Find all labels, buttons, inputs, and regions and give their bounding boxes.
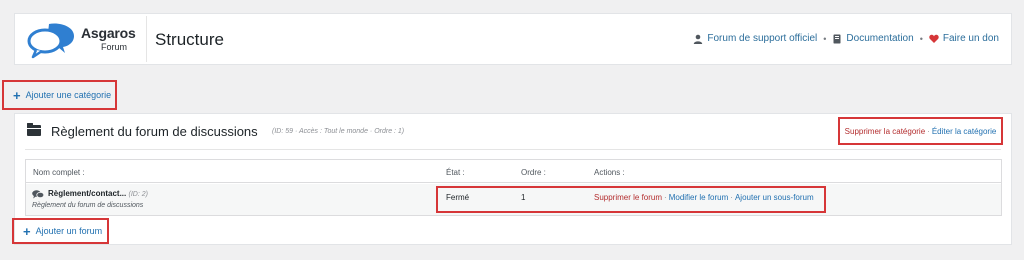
forums-table: Nom complet : État : Ordre : Actions : R… bbox=[25, 159, 1002, 216]
donate-label: Faire un don bbox=[942, 33, 999, 44]
add-category-label: Ajouter une catégorie bbox=[25, 90, 112, 100]
edit-forum-link[interactable]: Modifier le forum bbox=[669, 193, 729, 202]
logo-wordmark: Asgaros bbox=[81, 25, 136, 41]
header-links: Forum de support officiel • Documentatio… bbox=[693, 33, 999, 44]
book-icon bbox=[833, 34, 841, 43]
add-category-button[interactable]: + Ajouter une catégorie bbox=[2, 80, 117, 110]
documentation-label: Documentation bbox=[846, 33, 914, 44]
header-bar: Asgaros Forum Structure Forum de support… bbox=[14, 13, 1012, 65]
folder-icon bbox=[27, 123, 41, 136]
donate-link[interactable]: Faire un don bbox=[929, 33, 999, 44]
link-separator: • bbox=[823, 33, 827, 44]
support-forum-label: Forum de support officiel bbox=[707, 33, 818, 44]
support-forum-link[interactable]: Forum de support officiel bbox=[693, 33, 817, 44]
table-row: Règlement/contact... (ID: 2) Règlement d… bbox=[26, 184, 1001, 215]
action-separator: · bbox=[664, 193, 667, 202]
comments-icon bbox=[32, 190, 44, 199]
page-title: Structure bbox=[155, 30, 224, 49]
edit-category-link[interactable]: Éditer la catégorie bbox=[932, 127, 996, 136]
category-header: Règlement du forum de discussions (ID: 5… bbox=[15, 114, 1011, 147]
speech-bubbles-logo-icon bbox=[27, 23, 74, 59]
asgaros-logo: Asgaros Forum bbox=[27, 20, 136, 60]
forum-id: (ID: 2) bbox=[128, 191, 148, 198]
action-separator: · bbox=[927, 126, 930, 136]
delete-category-link[interactable]: Supprimer la catégorie bbox=[845, 127, 925, 136]
forum-description: Règlement du forum de discussions bbox=[32, 202, 144, 209]
action-separator: · bbox=[730, 193, 733, 202]
plus-icon: + bbox=[23, 223, 31, 239]
column-header-order: Ordre : bbox=[521, 168, 546, 177]
table-header: Nom complet : État : Ordre : Actions : bbox=[26, 160, 1001, 183]
heart-icon bbox=[929, 34, 939, 43]
forum-state: Fermé bbox=[446, 193, 470, 202]
plus-icon: + bbox=[13, 87, 21, 103]
delete-forum-link[interactable]: Supprimer le forum bbox=[594, 193, 662, 202]
category-actions: Supprimer la catégorie · Éditer la catég… bbox=[838, 117, 1003, 145]
category-divider bbox=[25, 149, 1001, 150]
category-panel: Règlement du forum de discussions (ID: 5… bbox=[14, 113, 1012, 245]
column-header-name: Nom complet : bbox=[33, 168, 85, 177]
add-subforum-link[interactable]: Ajouter un sous-forum bbox=[735, 193, 814, 202]
category-meta: (ID: 59 · Accès : Tout le monde · Ordre … bbox=[272, 128, 405, 135]
column-header-state: État : bbox=[446, 168, 465, 177]
add-forum-label: Ajouter un forum bbox=[35, 226, 103, 236]
category-title: Règlement du forum de discussions bbox=[51, 124, 258, 139]
forum-title: Règlement/contact... bbox=[48, 189, 127, 198]
link-separator: • bbox=[919, 33, 923, 44]
forum-name: Règlement/contact... (ID: 2) bbox=[48, 189, 148, 198]
logo-subtitle: Forum bbox=[101, 42, 128, 52]
documentation-link[interactable]: Documentation bbox=[832, 33, 914, 44]
add-forum-button[interactable]: + Ajouter un forum bbox=[12, 218, 109, 244]
header-divider bbox=[146, 16, 147, 62]
forum-order: 1 bbox=[521, 193, 526, 202]
forum-actions: Supprimer le forum · Modifier le forum ·… bbox=[594, 193, 814, 202]
user-icon bbox=[694, 34, 703, 44]
column-header-actions: Actions : bbox=[594, 168, 625, 177]
